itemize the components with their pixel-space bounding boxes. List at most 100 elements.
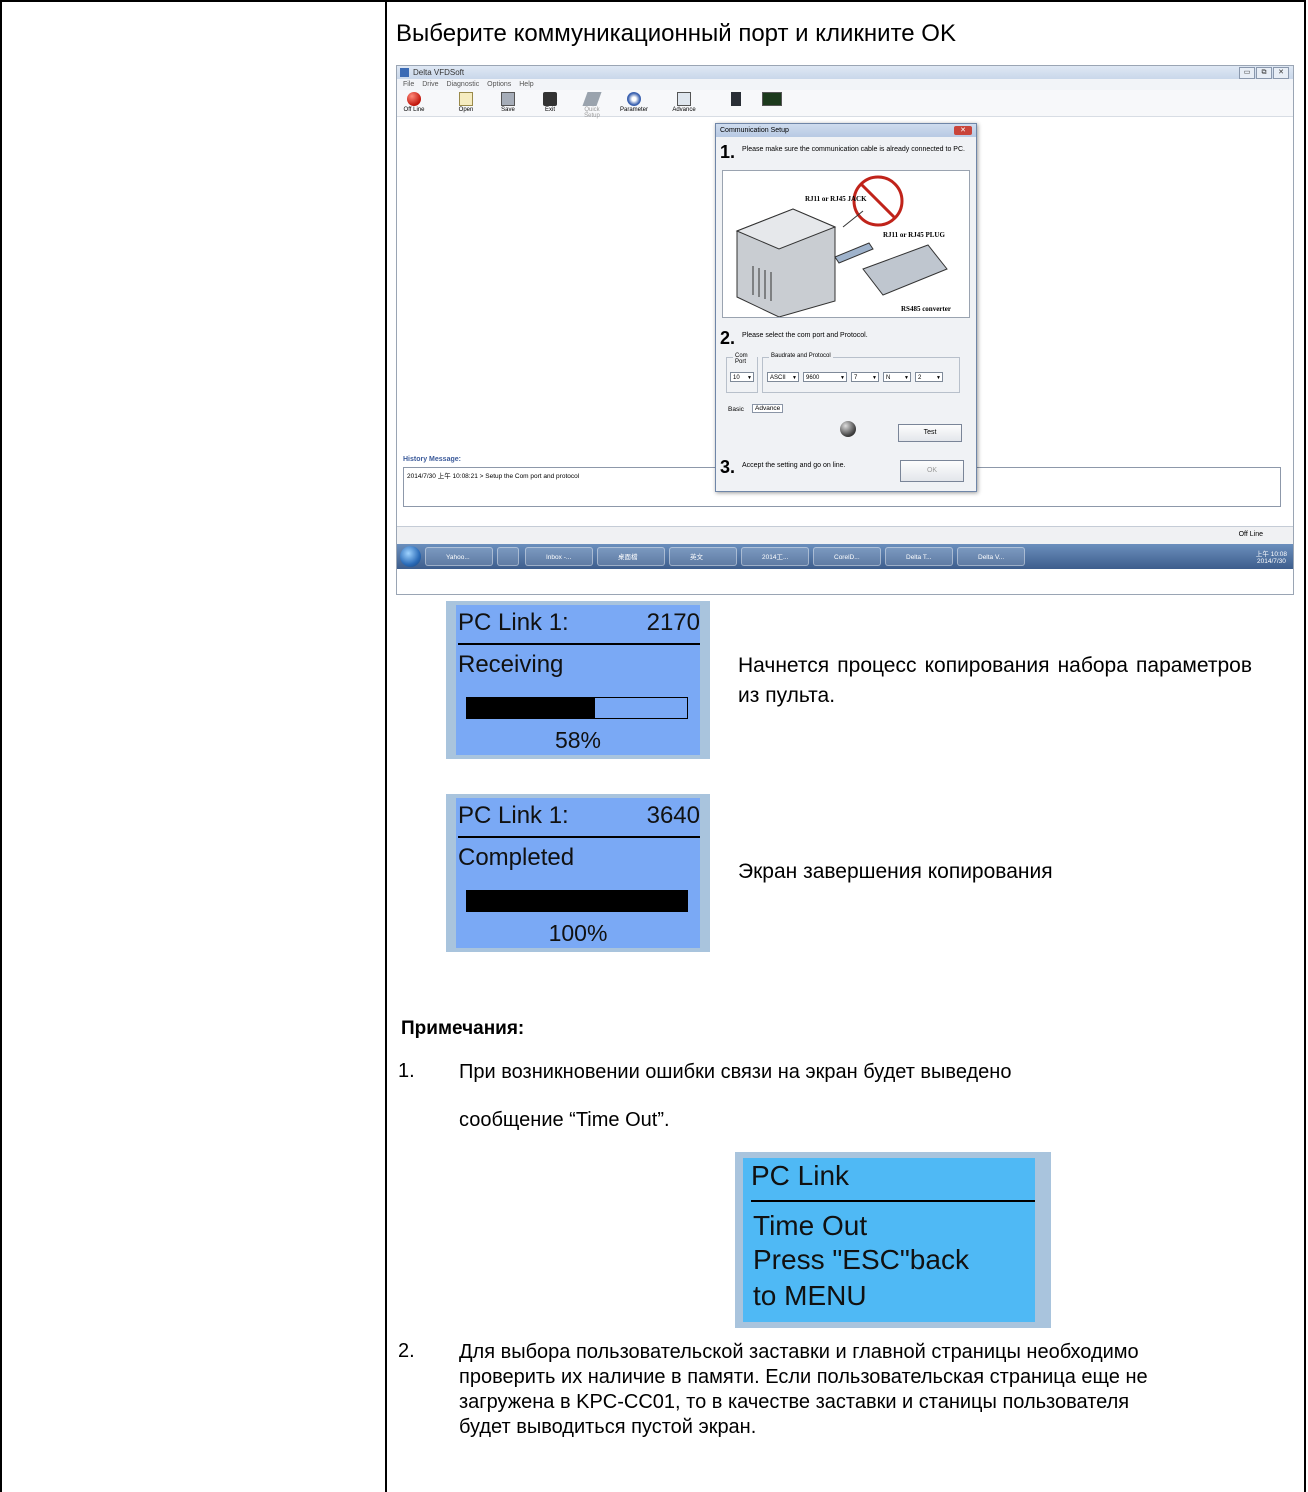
drive-cable-illustration	[735, 175, 948, 318]
minimize-button[interactable]: ▭	[1239, 67, 1255, 79]
vfdsoft-screenshot: Delta VFDSoft ▭ ⧉ ✕ File Drive Diagnosti…	[396, 65, 1294, 595]
column-divider	[385, 0, 387, 1492]
progress-percent: 100%	[548, 920, 608, 946]
toolbar-offline-label: Off Line	[403, 107, 425, 113]
menu-bar: File Drive Diagnostic Options Help	[397, 79, 1293, 90]
lcd-count: 3640	[646, 802, 700, 829]
notes-heading: Примечания:	[401, 1018, 525, 1039]
progress-bar	[466, 890, 688, 912]
lcd-status: Completed	[458, 844, 575, 871]
history-entry: 2014/7/30 上午 10:08:21 > Setup the Com po…	[407, 473, 580, 480]
menu-file[interactable]: File	[403, 81, 414, 88]
baud-protocol-label: Baudrate and Protocol	[769, 353, 833, 359]
lcd-title: PC Link 1:	[458, 609, 569, 636]
start-button[interactable]	[400, 546, 421, 567]
com-port-group: Com Port 10	[726, 353, 758, 393]
toolbar-save-button[interactable]: Save	[493, 92, 523, 113]
clock-time: 上午 10:08	[1255, 551, 1287, 558]
toolbar-parameter-button[interactable]: Parameter	[619, 92, 649, 113]
step3-number: 3.	[720, 457, 736, 477]
lcd-receiving-screen: PC Link 1: 2170 Receiving 58%	[446, 601, 710, 759]
toolbar-scope-button[interactable]	[757, 92, 787, 107]
step2-number: 2.	[720, 328, 736, 348]
taskbar-clock[interactable]: 上午 10:08 2014/7/30	[1256, 548, 1287, 565]
dialog-titlebar: Communication Setup ✕	[716, 124, 976, 137]
menu-drive[interactable]: Drive	[422, 81, 438, 88]
lcd-timeout-title: PC Link	[751, 1160, 1035, 1202]
receiving-description: Начнется процесс копирования набора пара…	[738, 654, 1252, 707]
dialog-close-button[interactable]: ✕	[954, 126, 972, 135]
restore-button[interactable]: ⧉	[1256, 67, 1272, 79]
jack-label: RJ11 or RJ45 JACK	[805, 195, 867, 203]
connection-illustration: RJ11 or RJ45 JACK RJ11 or RJ45 PLUG RS48…	[722, 170, 970, 318]
note-1-line2: сообщение “Time Out”.	[459, 1109, 670, 1131]
com-port-select[interactable]: 10	[730, 372, 754, 383]
parameter-icon	[627, 92, 641, 106]
status-text: Off Line	[1238, 531, 1263, 538]
toolbar-open-button[interactable]: Open	[451, 92, 481, 113]
step2-text: Please select the com port and Protocol.	[742, 332, 868, 339]
parity-select[interactable]: N	[883, 372, 911, 383]
window-title: Delta VFDSoft	[413, 68, 465, 77]
lcd-completed-screen: PC Link 1: 3640 Completed 100%	[446, 794, 710, 952]
toolbar-exit-button[interactable]: Exit	[535, 92, 565, 113]
taskbar-item[interactable]: 英文	[669, 547, 737, 566]
dialog-title: Communication Setup	[720, 127, 789, 134]
protocol-select[interactable]: ASCII	[767, 372, 799, 383]
note-1-line1: При возникновении ошибки связи на экран …	[459, 1061, 1012, 1083]
tab-basic[interactable]: Basic	[728, 406, 744, 413]
menu-help[interactable]: Help	[519, 81, 533, 88]
menu-diagnostic[interactable]: Diagnostic	[447, 81, 480, 88]
ok-button[interactable]: OK	[900, 460, 964, 482]
toolbar-save-label: Save	[501, 107, 515, 113]
taskbar-item[interactable]: 2014工...	[741, 547, 809, 566]
toolbar-advance-button[interactable]: Advance	[669, 92, 699, 113]
keypad-icon	[731, 92, 741, 106]
taskbar-player-icon[interactable]	[497, 547, 519, 566]
progress-fill	[467, 698, 595, 718]
step1-number: 1.	[720, 142, 736, 162]
communication-setup-dialog: Communication Setup ✕ 1. Please make sur…	[715, 123, 977, 492]
taskbar: Yahoo... Inbox -... 桌面檔 英文 2014工... Core…	[397, 544, 1293, 569]
toolbar-exit-label: Exit	[544, 107, 555, 113]
lcd-title-row: PC Link 1: 2170	[458, 609, 700, 645]
toolbar-quicksetup-label: Quick Setup	[584, 107, 600, 119]
taskbar-item[interactable]: Yahoo...	[425, 547, 493, 566]
note-2-number: 2.	[398, 1340, 415, 1362]
save-icon	[501, 92, 515, 106]
progress-percent: 58%	[554, 727, 602, 753]
taskbar-item[interactable]: CorelD...	[813, 547, 881, 566]
toolbar-keypad-button[interactable]	[721, 92, 751, 107]
taskbar-item[interactable]: 桌面檔	[597, 547, 665, 566]
taskbar-item[interactable]: Delta T...	[885, 547, 953, 566]
window-titlebar: Delta VFDSoft ▭ ⧉ ✕	[397, 66, 1293, 79]
test-button[interactable]: Test	[898, 424, 962, 442]
completed-description: Экран завершения копирования	[738, 860, 1053, 883]
step1-text: Please make sure the communication cable…	[742, 146, 965, 153]
baud-select[interactable]: 9600	[803, 372, 847, 383]
lcd-status: Receiving	[458, 651, 564, 678]
history-label: History Message:	[403, 456, 461, 463]
lcd-title: PC Link 1:	[458, 802, 569, 829]
scope-icon	[762, 92, 782, 106]
toolbar-offline-button[interactable]: Off Line	[399, 92, 429, 113]
menu-options[interactable]: Options	[487, 81, 511, 88]
taskbar-item[interactable]: Delta V...	[957, 547, 1025, 566]
tab-advance[interactable]: Advance	[752, 404, 784, 413]
progress-fill	[467, 891, 687, 911]
data-bits-select[interactable]: 7	[851, 372, 879, 383]
toolbar-parameter-label: Parameter	[619, 107, 648, 113]
progress-bar	[466, 697, 688, 719]
app-icon	[400, 68, 409, 77]
toolbar-quicksetup-button[interactable]: Quick Setup	[577, 92, 607, 119]
lcd-timeout-line2: Time Out	[753, 1210, 868, 1241]
baud-protocol-group: Baudrate and Protocol ASCII 9600 7 N 2	[762, 353, 960, 393]
lcd-count: 2170	[646, 609, 700, 636]
stop-bits-select[interactable]: 2	[915, 372, 943, 383]
taskbar-item[interactable]: Inbox -...	[525, 547, 593, 566]
toolbar-advance-label: Advance	[672, 107, 696, 113]
lcd-timeout-line4: to MENU	[753, 1280, 867, 1311]
plug-label: RJ11 or RJ45 PLUG	[883, 231, 945, 239]
status-bar: Off Line	[397, 526, 1293, 544]
close-button[interactable]: ✕	[1273, 67, 1289, 79]
